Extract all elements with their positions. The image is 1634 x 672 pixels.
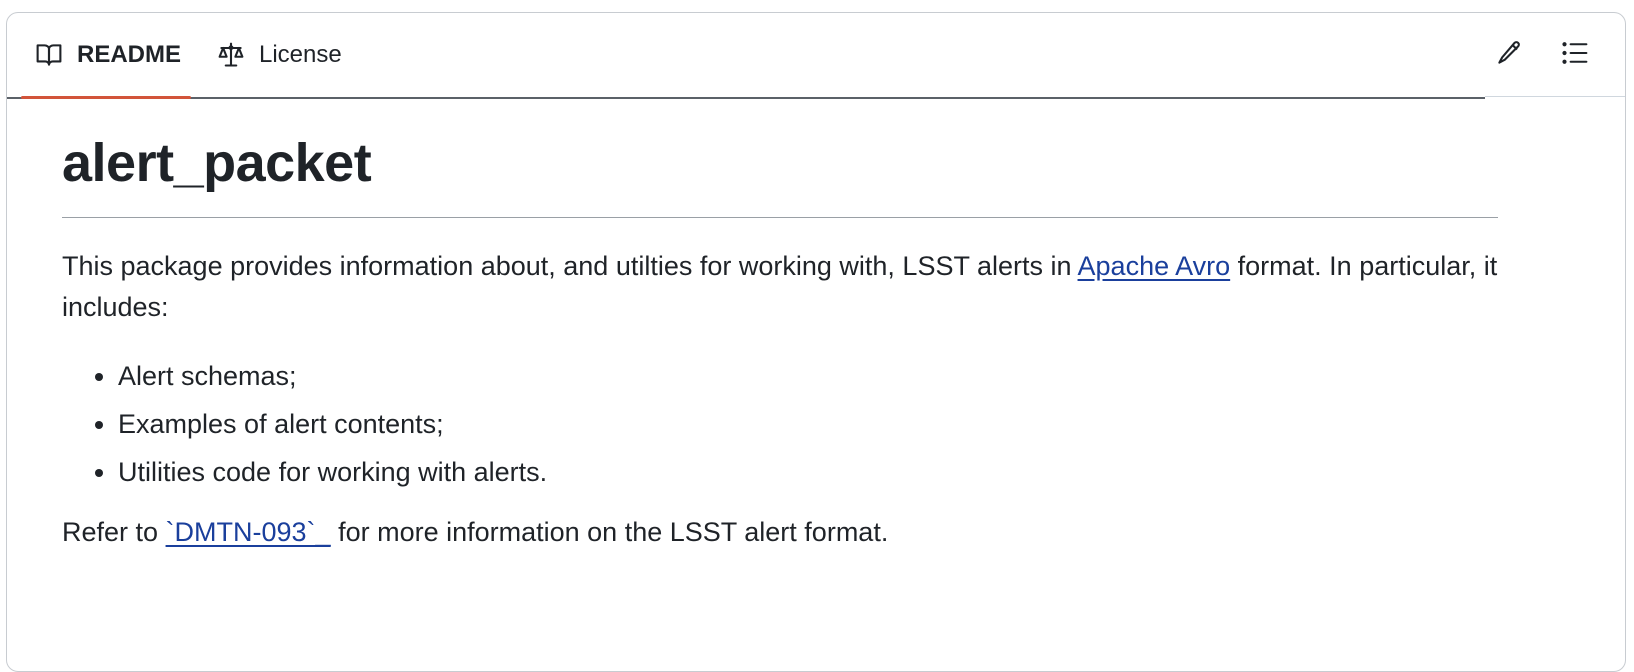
tab-license[interactable]: License: [217, 13, 342, 97]
list-item: Alert schemas;: [118, 356, 1498, 396]
list-item: Examples of alert contents;: [118, 404, 1498, 444]
tab-readme-label: README: [77, 41, 182, 68]
tab-readme[interactable]: README: [21, 13, 191, 99]
list-item: Utilities code for working with alerts.: [118, 452, 1498, 492]
feature-list: Alert schemas; Examples of alert content…: [62, 356, 1498, 492]
tab-bar: README License: [7, 13, 1485, 99]
readme-title: alert_packet: [62, 121, 1498, 218]
book-icon: [35, 41, 63, 69]
readme-actions: [1485, 13, 1625, 97]
intro-paragraph: This package provides information about,…: [62, 246, 1498, 328]
apache-avro-link[interactable]: Apache Avro: [1078, 251, 1231, 281]
refer-text-after: for more information on the LSST alert f…: [330, 517, 889, 547]
readme-content: alert_packet This package provides infor…: [62, 121, 1498, 553]
law-icon: [217, 41, 245, 69]
tab-license-label: License: [259, 41, 342, 68]
edit-button[interactable]: [1493, 39, 1525, 71]
outline-button[interactable]: [1559, 39, 1591, 71]
intro-text-before: This package provides information about,…: [62, 251, 1078, 281]
readme-panel: README License alert_packet This package…: [6, 12, 1626, 672]
refer-paragraph: Refer to `DMTN-093`_ for more informatio…: [62, 512, 1498, 553]
list-unordered-icon: [1561, 39, 1589, 72]
refer-text-before: Refer to: [62, 517, 166, 547]
pencil-icon: [1495, 39, 1523, 72]
dmtn-093-link[interactable]: `DMTN-093`_: [166, 517, 331, 547]
